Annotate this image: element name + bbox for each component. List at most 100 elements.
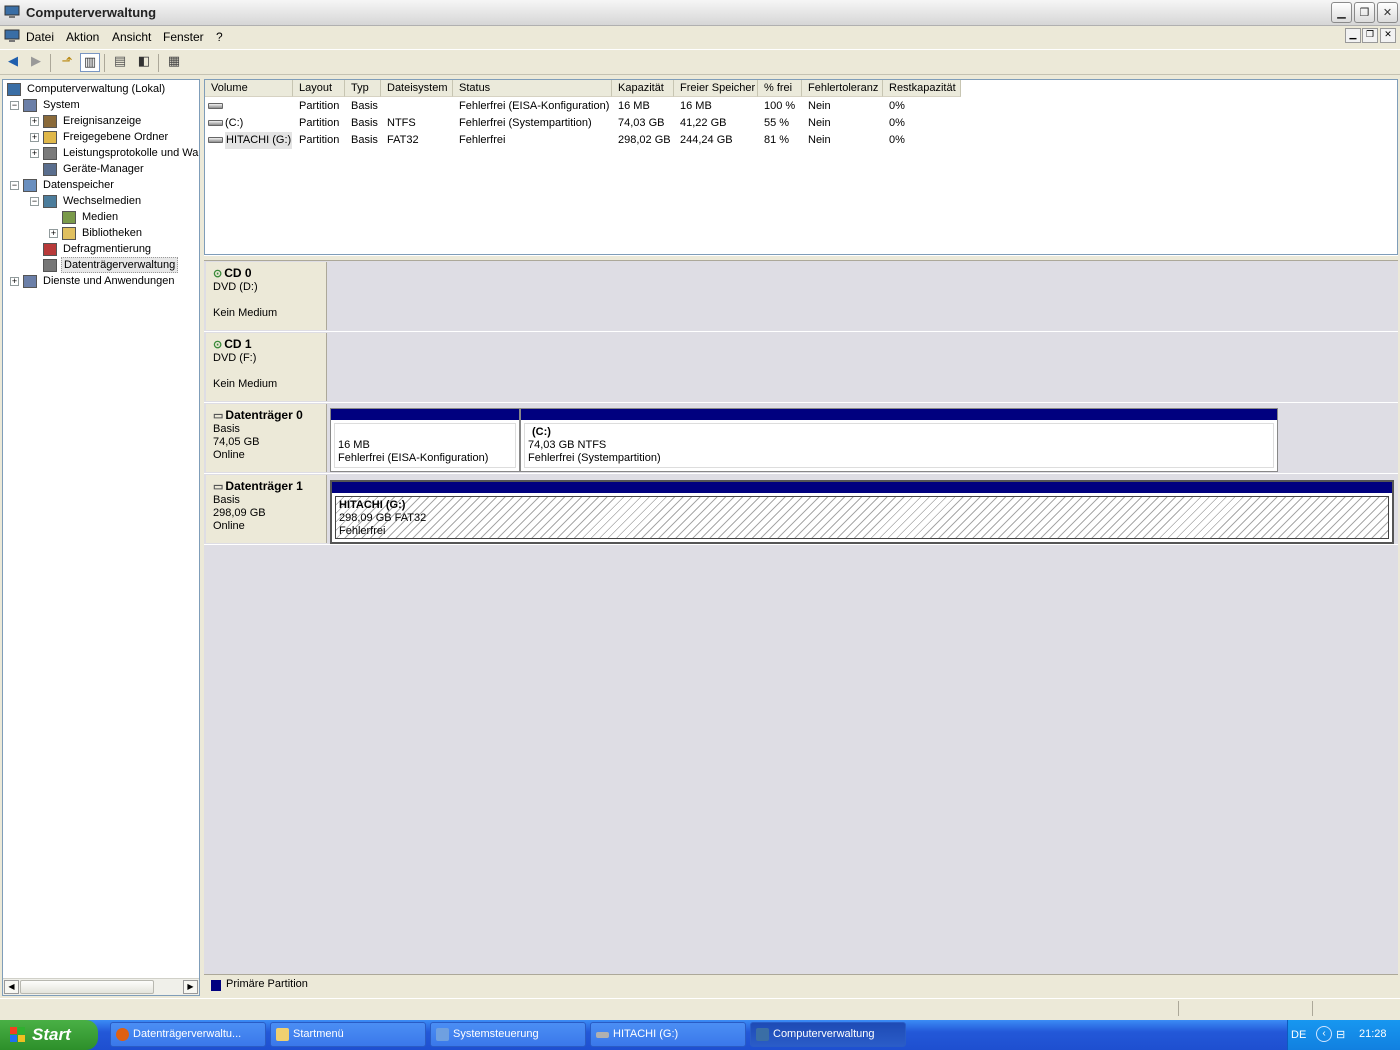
console-tree[interactable]: Computerverwaltung (Lokal) − System + Ereign…	[2, 79, 200, 996]
expand-plus-icon[interactable]: +	[30, 133, 39, 142]
disk-name-text: Datenträger 1	[225, 479, 303, 493]
folder-icon	[276, 1028, 289, 1041]
disk-settings-icon[interactable]: ▦	[164, 53, 184, 72]
properties-icon[interactable]: ▤	[110, 53, 130, 72]
close-button[interactable]: ✕	[1377, 2, 1398, 23]
tree-item[interactable]: Defragmentierung	[3, 241, 199, 257]
maximize-button[interactable]: ❐	[1354, 2, 1375, 23]
column-header[interactable]: Layout	[293, 80, 345, 97]
disk-row[interactable]: ⊙ CD 1 DVD (F:) Kein Medium	[204, 332, 1398, 403]
column-header[interactable]: % frei	[758, 80, 802, 97]
tree-horizontal-scrollbar[interactable]: ◀ ▶	[3, 978, 199, 995]
partition-body: 16 MB Fehlerfrei (EISA-Konfiguration)	[334, 423, 516, 468]
mdi-restore-button[interactable]: ❐	[1362, 28, 1378, 43]
language-indicator[interactable]: DE	[1291, 1029, 1306, 1041]
mdi-close-button[interactable]: ✕	[1380, 28, 1396, 43]
disk-name-text: CD 1	[224, 337, 252, 351]
column-header[interactable]: Restkapazität	[883, 80, 961, 97]
tree-item[interactable]: + Bibliotheken	[3, 225, 199, 241]
tree-item[interactable]: + Leistungsprotokolle und War	[3, 145, 199, 161]
column-header[interactable]: Freier Speicher	[674, 80, 758, 97]
tree-item[interactable]: − System	[3, 97, 199, 113]
table-cell: Fehlerfrei	[459, 134, 506, 146]
table-row[interactable]: HITACHI (G:) Partition Basis FAT32 Fehlerfre…	[205, 132, 1397, 149]
column-header[interactable]: Status	[453, 80, 612, 97]
disk-label[interactable]: ▭ Datenträger 1 Basis 298,09 GB Online	[206, 475, 327, 543]
collapse-minus-icon[interactable]: −	[10, 181, 19, 190]
partition-hitachi-g[interactable]: HITACHI (G:) 298,09 GB FAT32 Fehlerfrei	[330, 480, 1394, 544]
partition-size: 16 MB	[338, 439, 370, 451]
minimize-button[interactable]: ▁	[1331, 2, 1352, 23]
tree-item[interactable]: − Wechselmedien	[3, 193, 199, 209]
menu-help[interactable]: ?	[216, 30, 223, 44]
tree-item[interactable]: Geräte-Manager	[3, 161, 199, 177]
disk-info-line: Online	[213, 520, 245, 532]
back-arrow-icon[interactable]: ◀	[3, 53, 23, 72]
collapse-minus-icon[interactable]: −	[30, 197, 39, 206]
table-row[interactable]: (C:) Partition Basis NTFS Fehlerfrei (System…	[205, 115, 1397, 132]
task-hitachi[interactable]: HITACHI (G:)	[590, 1022, 746, 1047]
disk-name: ⊙ CD 1	[213, 338, 326, 352]
help-panel-icon[interactable]: ◧	[134, 53, 154, 72]
menu-ansicht[interactable]: Ansicht	[112, 30, 151, 44]
disk-label[interactable]: ⊙ CD 0 DVD (D:) Kein Medium	[206, 262, 327, 330]
table-cell: Nein	[808, 117, 831, 129]
disk-graphical-view[interactable]: ⊙ CD 0 DVD (D:) Kein Medium ⊙ CD 1 DVD (F:) Kei…	[204, 261, 1398, 996]
expand-plus-icon[interactable]: +	[30, 117, 39, 126]
network-icon[interactable]: ⊟	[1336, 1028, 1345, 1041]
disk-name: ▭ Datenträger 0	[213, 409, 326, 423]
partition-eisa[interactable]: 16 MB Fehlerfrei (EISA-Konfiguration)	[330, 408, 520, 472]
volume-list[interactable]: Volume Layout Typ Dateisystem Status Kapazitä…	[204, 79, 1398, 255]
menu-datei[interactable]: Datei	[26, 30, 54, 44]
legend-label: Primäre Partition	[226, 978, 308, 990]
menu-fenster[interactable]: Fenster	[163, 30, 204, 44]
column-header[interactable]: Kapazität	[612, 80, 674, 97]
task-label: HITACHI (G:)	[613, 1028, 679, 1040]
start-button[interactable]: Start	[0, 1020, 98, 1050]
show-hide-tree-icon[interactable]: ▥	[80, 53, 100, 72]
disk-label[interactable]: ⊙ CD 1 DVD (F:) Kein Medium	[206, 333, 327, 401]
toolbar: ◀ ▶ ⬏ ▥ ▤ ◧ ▦	[0, 49, 1400, 75]
expand-plus-icon[interactable]: +	[30, 149, 39, 158]
task-startmenu[interactable]: Startmenü	[270, 1022, 426, 1047]
menu-aktion[interactable]: Aktion	[66, 30, 99, 44]
tree-item[interactable]: + Dienste und Anwendungen	[3, 273, 199, 289]
table-cell: 0%	[889, 100, 905, 112]
tree-item[interactable]: + Ereignisanzeige	[3, 113, 199, 129]
task-computerverwaltung[interactable]: Computerverwaltung	[750, 1022, 906, 1047]
up-folder-icon[interactable]: ⬏	[57, 53, 77, 72]
task-datentraegerverwaltung[interactable]: Datenträgerverwaltu...	[110, 1022, 266, 1047]
tree-item[interactable]: − Datenspeicher	[3, 177, 199, 193]
column-header[interactable]: Volume	[205, 80, 293, 97]
forward-arrow-icon[interactable]: ▶	[26, 53, 46, 72]
expand-plus-icon[interactable]: +	[49, 229, 58, 238]
mmc-document-icon[interactable]	[4, 29, 20, 43]
scroll-left-arrow-icon[interactable]: ◀	[4, 980, 19, 994]
column-header[interactable]: Typ	[345, 80, 381, 97]
disk-row[interactable]: ⊙ CD 0 DVD (D:) Kein Medium	[204, 261, 1398, 332]
table-cell: 16 MB	[680, 100, 712, 112]
title-bar[interactable]: Computerverwaltung ▁ ❐ ✕	[0, 0, 1400, 26]
table-row[interactable]: Partition Basis Fehlerfrei (EISA-Konfigura…	[205, 98, 1397, 115]
partition-c[interactable]: (C:) 74,03 GB NTFS Fehlerfrei (Systempar…	[520, 408, 1278, 472]
disk-info-line	[213, 294, 326, 307]
disk-label[interactable]: ▭ Datenträger 0 Basis 74,05 GB Online	[206, 404, 327, 472]
tree-node-icon	[43, 163, 57, 176]
collapse-minus-icon[interactable]: −	[10, 101, 19, 110]
expand-plus-icon[interactable]: +	[10, 277, 19, 286]
tree-item[interactable]: Computerverwaltung (Lokal)	[3, 81, 199, 97]
drive-icon	[208, 137, 223, 143]
tree-item[interactable]: Medien	[3, 209, 199, 225]
disk-name: ▭ Datenträger 1	[213, 480, 326, 494]
column-header[interactable]: Dateisystem	[381, 80, 453, 97]
table-cell: FAT32	[387, 134, 419, 146]
chevron-left-icon[interactable]: ‹	[1316, 1026, 1332, 1042]
scroll-thumb[interactable]	[20, 980, 154, 994]
disk-name-text: CD 0	[224, 266, 252, 280]
tree-item[interactable]: + Freigegebene Ordner	[3, 129, 199, 145]
tree-item[interactable]: Datenträgerverwaltung	[3, 257, 199, 273]
task-systemsteuerung[interactable]: Systemsteuerung	[430, 1022, 586, 1047]
mdi-minimize-button[interactable]: ▁	[1345, 28, 1361, 43]
column-header[interactable]: Fehlertoleranz	[802, 80, 883, 97]
scroll-right-arrow-icon[interactable]: ▶	[183, 980, 198, 994]
